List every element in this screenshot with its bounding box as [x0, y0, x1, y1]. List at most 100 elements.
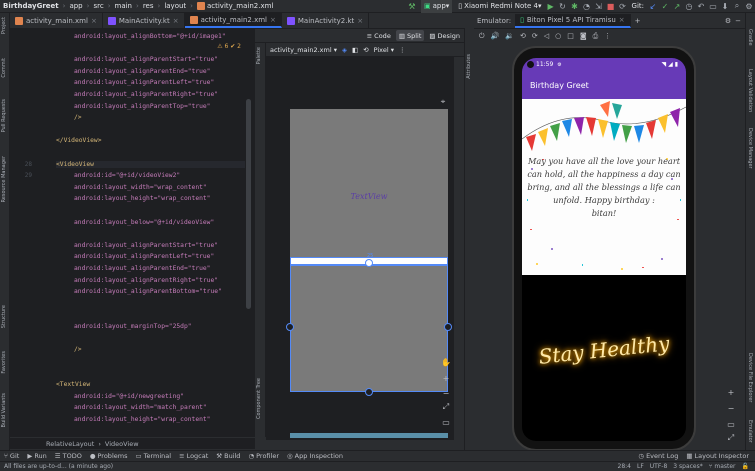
tool-favorites[interactable]: Favorites: [1, 351, 7, 374]
resize-handle[interactable]: [365, 388, 373, 396]
breadcrumb-videoview[interactable]: VideoView: [105, 440, 139, 448]
line-separator[interactable]: LF: [637, 463, 644, 470]
phone-screen[interactable]: 11:59 ⚙ ◥ ◢ ▮ Birthday Greet May you hav…: [522, 58, 686, 441]
tool-run[interactable]: ▶ Run: [27, 452, 46, 460]
cursor-position[interactable]: 28:4: [618, 463, 631, 470]
lock-icon[interactable]: 🔓: [742, 463, 749, 470]
editor-scrollbar[interactable]: [245, 29, 253, 437]
tool-build[interactable]: ⚒ Build: [216, 452, 240, 460]
magic-wand-icon[interactable]: ⌖: [438, 97, 448, 107]
device-manager-icon[interactable]: ▭: [707, 0, 719, 12]
breadcrumb-src[interactable]: src: [90, 0, 106, 13]
volume-up-icon[interactable]: 🔊: [491, 32, 500, 40]
zoom-out-icon[interactable]: −: [441, 388, 451, 398]
git-branch[interactable]: master: [714, 463, 735, 470]
fit-screen-icon[interactable]: ⤢: [726, 433, 736, 443]
more-icon[interactable]: ⋮: [604, 32, 611, 40]
tool-app-inspection[interactable]: ◎ App Inspection: [287, 452, 343, 460]
breadcrumb-main[interactable]: main: [112, 0, 136, 13]
sdk-manager-icon[interactable]: ⬇: [719, 0, 731, 12]
git-commit-icon[interactable]: ✓: [659, 0, 671, 12]
split-mode-button[interactable]: ▥ Split: [395, 30, 425, 41]
zoom-out-icon[interactable]: −: [726, 403, 736, 413]
indent-setting[interactable]: 3 spaces*: [673, 463, 702, 470]
tool-todo[interactable]: ☰ TODO: [55, 452, 82, 460]
zoom-in-icon[interactable]: +: [441, 373, 451, 383]
tool-emulator[interactable]: Emulator: [747, 420, 753, 443]
tool-layout-validation[interactable]: Layout Validation: [747, 69, 753, 112]
breadcrumb-res[interactable]: res: [140, 0, 157, 13]
tool-logcat[interactable]: ≡ Logcat: [179, 452, 208, 460]
blueprint-icon[interactable]: ◧: [352, 46, 358, 54]
back-icon[interactable]: ◁: [544, 32, 549, 40]
project-name[interactable]: BirthdayGreet: [0, 0, 62, 13]
orientation-icon[interactable]: ⟲: [363, 46, 368, 54]
settings-icon[interactable]: ⚙: [725, 17, 731, 25]
actual-size-icon[interactable]: ▭: [441, 417, 451, 427]
file-encoding[interactable]: UTF-8: [650, 463, 668, 470]
emulator-device-tab[interactable]: ▯ Biton Pixel 5 API Tiramisu ×: [515, 13, 631, 28]
device-dropdown[interactable]: ▯ Xiaomi Redmi Note 4 ▾: [455, 0, 544, 13]
code-mode-button[interactable]: ≡ Code: [364, 30, 394, 41]
resize-handle[interactable]: [286, 323, 294, 331]
videoview-preview[interactable]: [290, 265, 448, 392]
tool-profiler[interactable]: ◔ Profiler: [248, 452, 279, 460]
profile-icon[interactable]: ◔: [581, 0, 593, 12]
close-icon[interactable]: ×: [357, 17, 363, 25]
breadcrumb-file[interactable]: activity_main2.xml: [194, 0, 276, 13]
tab-activity-main2-xml[interactable]: activity_main2.xml ×: [184, 13, 282, 28]
breadcrumb-layout[interactable]: layout: [161, 0, 189, 13]
tool-build-variants[interactable]: Build Variants: [1, 393, 7, 427]
zoom-in-icon[interactable]: +: [726, 387, 736, 397]
tab-mainactivity2-kt[interactable]: MainActivity2.kt ×: [282, 13, 370, 28]
volume-down-icon[interactable]: 🔉: [505, 32, 514, 40]
actual-size-icon[interactable]: ▭: [726, 419, 736, 429]
rerun-icon[interactable]: ↻: [557, 0, 569, 12]
debug-icon[interactable]: ✱: [569, 0, 581, 12]
git-update-icon[interactable]: ↙: [647, 0, 659, 12]
run-icon[interactable]: ▶: [545, 0, 557, 12]
tool-gradle[interactable]: Gradle: [747, 29, 753, 46]
git-push-icon[interactable]: ↗: [671, 0, 683, 12]
overview-icon[interactable]: □: [567, 32, 574, 40]
textview-preview[interactable]: TextView: [290, 192, 448, 201]
tool-problems[interactable]: ● Problems: [90, 452, 128, 460]
close-icon[interactable]: ×: [619, 16, 625, 24]
resize-handle[interactable]: [365, 259, 373, 267]
camera-icon[interactable]: ◙: [580, 32, 587, 40]
close-icon[interactable]: ×: [270, 16, 276, 24]
scrollbar-thumb[interactable]: [246, 99, 251, 309]
tool-event-log[interactable]: ◷ Event Log: [638, 452, 678, 460]
tool-project[interactable]: Project: [1, 17, 7, 34]
attach-debugger-icon[interactable]: ⇲: [593, 0, 605, 12]
tab-mainactivity-kt[interactable]: MainActivity.kt ×: [103, 13, 185, 28]
stop-icon[interactable]: ■: [605, 0, 617, 12]
minimize-icon[interactable]: −: [735, 17, 741, 25]
tool-structure[interactable]: Structure: [1, 305, 7, 328]
inspection-warnings[interactable]: ⚠ 6 ✔ 2: [217, 43, 241, 50]
palette-tool[interactable]: Palette: [256, 47, 262, 64]
run-config-dropdown[interactable]: ▣ app ▾: [420, 0, 453, 13]
design-mode-button[interactable]: ▨ Design: [426, 30, 463, 41]
tool-device-file-explorer[interactable]: Device File Explorer: [747, 353, 753, 402]
attributes-tool[interactable]: Attributes: [466, 54, 472, 79]
breadcrumb-app[interactable]: app: [66, 0, 85, 13]
layers-icon[interactable]: ◈: [342, 46, 347, 54]
rotate-right-icon[interactable]: ⟳: [532, 32, 538, 40]
tool-resource-manager[interactable]: Resource Manager: [1, 156, 7, 202]
status-message[interactable]: All files are up-to-d... (a minute ago): [4, 463, 113, 470]
tool-git[interactable]: ⑂ Git: [4, 452, 19, 460]
more-icon[interactable]: ⋮: [399, 46, 406, 54]
tool-pull-requests[interactable]: Pull Requests: [1, 99, 7, 132]
tab-activity-main-xml[interactable]: activity_main.xml ×: [10, 13, 103, 28]
file-dropdown[interactable]: activity_main2.xml ▾: [270, 46, 337, 54]
component-tree-tool[interactable]: Component Tree: [256, 378, 262, 419]
add-device-icon[interactable]: +: [635, 17, 641, 25]
rollback-icon[interactable]: ↶: [695, 0, 707, 12]
breadcrumb-relativelayout[interactable]: RelativeLayout: [46, 440, 94, 448]
tool-device-manager[interactable]: Device Manager: [747, 128, 753, 169]
history-icon[interactable]: ◷: [683, 0, 695, 12]
fit-screen-icon[interactable]: ⤢: [441, 402, 451, 412]
power-icon[interactable]: ⏻: [479, 32, 485, 41]
close-icon[interactable]: ×: [173, 17, 179, 25]
